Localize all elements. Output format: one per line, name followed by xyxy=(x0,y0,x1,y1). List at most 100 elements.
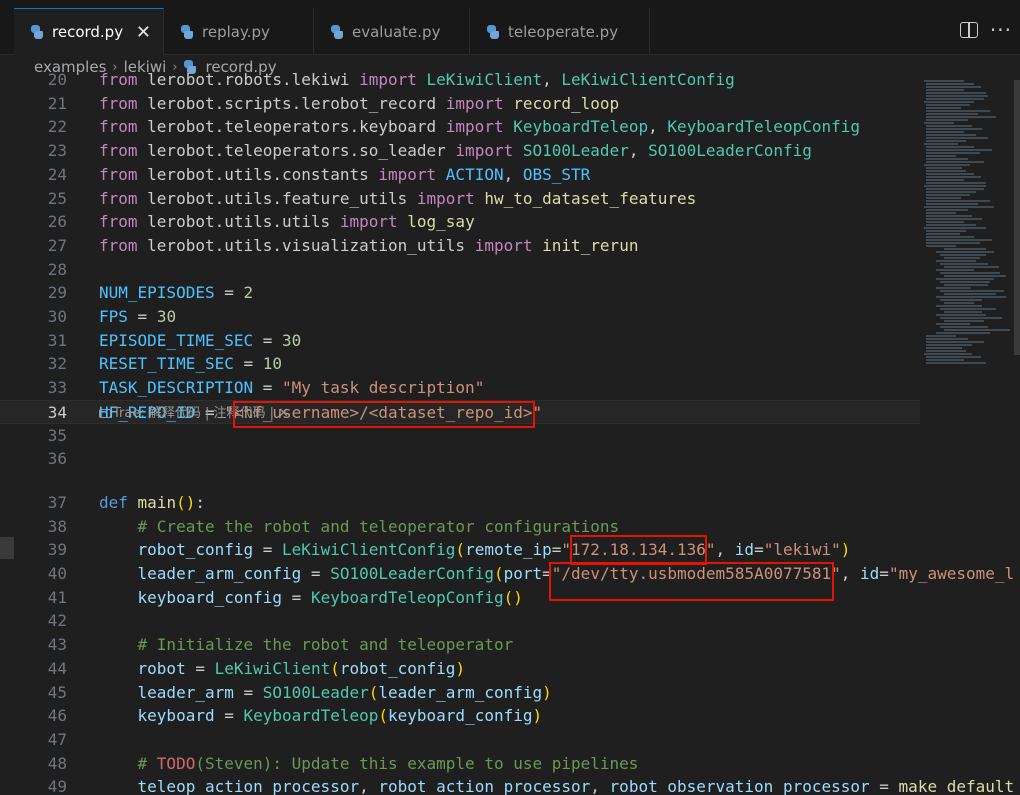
tab-replay-py[interactable]: replay.py xyxy=(164,8,314,55)
minimap-line xyxy=(926,146,974,148)
line-number: 33 xyxy=(47,378,67,398)
code-line[interactable]: 21 from lerobot.scripts.lerobot_record im… xyxy=(0,92,920,116)
code-line[interactable]: 28 xyxy=(0,258,920,282)
tab-evaluate-py[interactable]: evaluate.py xyxy=(314,8,470,55)
line-number: 25 xyxy=(47,188,67,208)
code-line[interactable]: 48 # TODO(Steven): Update this example t… xyxy=(0,752,920,776)
minimap-line xyxy=(936,332,990,334)
code-text: EPISODE_TIME_SEC = 30 xyxy=(99,330,302,350)
minimap-line xyxy=(926,179,964,181)
minimap-line xyxy=(926,230,966,232)
codelens-actions[interactable]: Trae: 解释代码 | 注释代码 | ✕ xyxy=(99,404,289,424)
minimap-line xyxy=(926,167,962,169)
minimap-line xyxy=(936,269,974,271)
minimap-line xyxy=(944,266,999,268)
code-text: from lerobot.utils.feature_utils import … xyxy=(99,188,697,208)
minimap-line xyxy=(924,353,972,355)
tab-label: replay.py xyxy=(202,22,270,41)
code-line[interactable]: 46 keyboard = KeyboardTeleop(keyboard_co… xyxy=(0,704,920,728)
tab-label: record.py xyxy=(52,23,124,41)
minimap-line xyxy=(936,251,994,253)
python-file-icon xyxy=(180,24,194,39)
minimap-line xyxy=(924,164,970,166)
line-number: 40 xyxy=(47,564,67,583)
minimap-line xyxy=(926,341,984,343)
line-number: 21 xyxy=(47,93,67,113)
minimap-line xyxy=(924,143,958,145)
line-number: 23 xyxy=(47,141,67,161)
minimap-line xyxy=(926,149,992,151)
minimap-line xyxy=(926,152,980,154)
line-number: 43 xyxy=(47,635,67,655)
code-line[interactable]: 32 RESET_TIME_SEC = 10 xyxy=(0,352,920,376)
minimap-line xyxy=(940,290,1004,292)
code-line[interactable]: 31 EPISODE_TIME_SEC = 30 xyxy=(0,329,920,353)
minimap-line xyxy=(944,302,974,304)
line-number: 27 xyxy=(47,235,67,255)
code-line[interactable]: 23 from lerobot.teleoperators.so_leader i… xyxy=(0,139,920,163)
minimap[interactable] xyxy=(924,80,1014,370)
code-line[interactable]: 22 from lerobot.teleoperators.keyboard im… xyxy=(0,115,920,139)
minimap-line xyxy=(926,140,966,142)
minimap-line xyxy=(944,284,988,286)
minimap-line xyxy=(924,122,954,124)
split-editor-icon[interactable] xyxy=(960,22,978,38)
code-line[interactable]: 43 # Initialize the robot and teleoperat… xyxy=(0,633,920,657)
code-editor[interactable]: 20 from lerobot.robots.lekiwi import LeKi… xyxy=(0,70,1020,795)
code-line[interactable]: 35 xyxy=(0,424,920,448)
minimap-line xyxy=(926,137,988,139)
tab-record-py[interactable]: record.py ✕ xyxy=(14,8,164,55)
code-line[interactable]: 37 def main(): xyxy=(0,491,920,515)
code-line[interactable]: 45 leader_arm = SO100Leader(leader_arm_c… xyxy=(0,681,920,705)
minimap-line xyxy=(924,101,974,103)
code-line[interactable]: 39 robot_config = LeKiwiClientConfig(rem… xyxy=(0,538,920,562)
code-text: leader_arm_config = SO100LeaderConfig(po… xyxy=(137,564,1015,583)
minimap-line xyxy=(926,335,956,337)
more-actions-icon[interactable]: ··· xyxy=(990,18,1012,42)
minimap-line xyxy=(926,203,978,205)
code-line[interactable]: 26 from lerobot.utils.utils import log_sa… xyxy=(0,210,920,234)
code-line[interactable]: 25 from lerobot.utils.feature_utils impor… xyxy=(0,187,920,211)
code-line[interactable]: 36 xyxy=(0,447,920,471)
minimap-line xyxy=(926,239,992,241)
code-line[interactable]: 42 xyxy=(0,609,920,633)
minimap-line xyxy=(926,344,972,346)
code-line[interactable]: 29 NUM_EPISODES = 2 xyxy=(0,281,920,305)
line-number: 37 xyxy=(47,492,67,512)
code-line[interactable]: 47 xyxy=(0,728,920,752)
code-line[interactable]: 20 from lerobot.robots.lekiwi import LeKi… xyxy=(0,70,920,92)
minimap-line xyxy=(944,257,980,259)
gutter-fold-marker xyxy=(0,537,14,559)
minimap-line xyxy=(926,356,981,358)
minimap-line xyxy=(926,218,982,220)
code-line[interactable]: 27 from lerobot.utils.visualization_utils… xyxy=(0,234,920,258)
code-line[interactable]: 30 FPS = 30 xyxy=(0,305,920,329)
minimap-line xyxy=(926,176,981,178)
line-number: 44 xyxy=(47,658,67,678)
minimap-line xyxy=(926,197,961,199)
minimap-line xyxy=(926,104,970,106)
minimap-line xyxy=(940,317,1002,319)
line-number: 35 xyxy=(47,425,67,445)
code-line[interactable]: 33 TASK_DESCRIPTION = "My task descriptio… xyxy=(0,376,920,400)
code-line[interactable]: 49 teleop_action_processor, robot_action… xyxy=(0,775,1014,795)
scrollbar[interactable] xyxy=(1014,80,1020,355)
code-text: teleop_action_processor, robot_action_pr… xyxy=(137,777,1015,795)
code-line[interactable]: 40 leader_arm_config = SO100LeaderConfig… xyxy=(0,562,1014,586)
close-icon[interactable]: ✕ xyxy=(136,22,151,43)
code-line[interactable]: 24 from lerobot.utils.constants import AC… xyxy=(0,163,920,187)
line-number: 32 xyxy=(47,354,67,374)
code-line[interactable]: 44 robot = LeKiwiClient(robot_config) xyxy=(0,657,920,681)
minimap-line xyxy=(926,209,968,211)
minimap-line xyxy=(940,263,988,265)
minimap-line xyxy=(926,242,980,244)
minimap-line xyxy=(926,158,968,160)
minimap-line xyxy=(926,215,972,217)
minimap-line xyxy=(926,362,986,364)
minimap-line xyxy=(926,134,976,136)
minimap-line xyxy=(926,125,972,127)
code-line[interactable]: 38 # Create the robot and teleoperator c… xyxy=(0,515,920,539)
code-line[interactable]: 41 keyboard_config = KeyboardTeleopConfi… xyxy=(0,586,920,610)
tab-teleoperate-py[interactable]: teleoperate.py xyxy=(470,8,650,55)
code-text: # TODO(Steven): Update this example to u… xyxy=(137,753,639,773)
